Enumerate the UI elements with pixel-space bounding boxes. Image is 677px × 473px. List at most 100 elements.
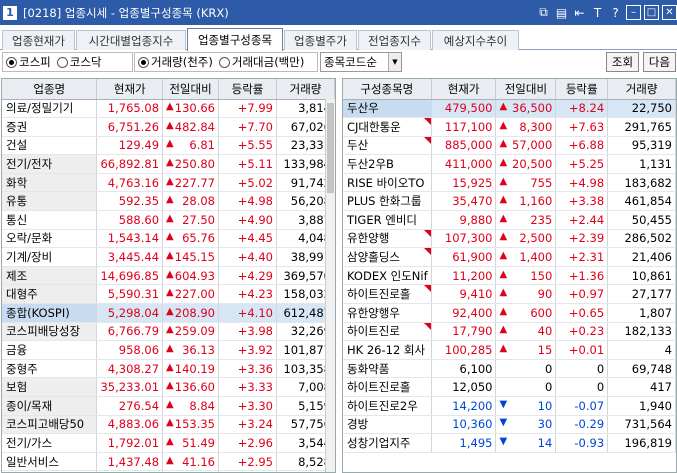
sector-name-cell[interactable]: 통신 <box>2 210 98 230</box>
table-row[interactable]: 유통 592.35 ▲ 28.08 +4.98 56,208 <box>2 191 335 212</box>
font-size-icon[interactable]: T <box>590 5 605 20</box>
radio-kospi[interactable]: 코스피 <box>6 54 51 70</box>
table-row[interactable]: 종합(KOSPI) 5,298.04 ▲ 208.90 +4.10 612,487 <box>2 303 335 323</box>
col-sector-name[interactable]: 업종명 <box>2 79 98 100</box>
close-icon[interactable]: ✕ <box>662 5 677 20</box>
stock-name-cell[interactable]: 두산 <box>343 136 432 156</box>
tab-expected-index-trend[interactable]: 예상지수추이 <box>432 30 519 50</box>
col-change[interactable]: 전일대비 <box>162 79 219 100</box>
tab-all-sector-index[interactable]: 전업종지수 <box>358 30 431 50</box>
stock-name-cell[interactable]: RISE 바이오TO <box>343 173 432 193</box>
stock-name-cell[interactable]: PLUS 한화그룹 <box>343 191 432 212</box>
table-row[interactable]: CJ대한통운 117,100 ▲ 8,300 +7.63 291,765 <box>343 117 676 137</box>
radio-volume[interactable]: 거래량(천주) <box>138 54 213 70</box>
scrollbar-thumb[interactable] <box>327 103 334 193</box>
tab-sector-index-by-time[interactable]: 시간대별업종지수 <box>76 30 186 50</box>
stock-name-cell[interactable]: 동화약품 <box>343 359 432 379</box>
table-row[interactable]: 하이트진로홀 12,050 0 0 417 <box>343 377 676 397</box>
table-row[interactable]: 보험 35,233.01 ▲ 136.60 +3.33 7,008 <box>2 377 335 397</box>
table-row[interactable]: 동화약품 6,100 0 0 69,748 <box>343 359 676 379</box>
table-row[interactable]: 하이트진로 17,790 ▲ 40 +0.23 182,133 <box>343 322 676 342</box>
sector-name-cell[interactable]: 기계/장비 <box>2 247 98 267</box>
stock-name-cell[interactable]: 하이트진로2우 <box>343 396 432 416</box>
table-row[interactable]: 두산2우B 411,000 ▲ 20,500 +5.25 1,131 <box>343 154 676 174</box>
table-row[interactable]: PLUS 한화그룹 35,470 ▲ 1,160 +3.38 461,854 <box>343 191 676 212</box>
grid-icon[interactable]: ▤ <box>554 5 569 20</box>
table-row[interactable]: 전기/전자 66,892.81 ▲ 250.80 +5.11 133,984 <box>2 154 335 174</box>
sector-name-cell[interactable]: 오락/문화 <box>2 229 98 249</box>
col-change[interactable]: 전일대비 <box>495 79 557 100</box>
minimize-icon[interactable]: – <box>626 5 641 20</box>
col-component-name[interactable]: 구성종목명 <box>343 79 432 100</box>
stock-name-cell[interactable]: KODEX 인도Nif <box>343 266 432 286</box>
sector-name-cell[interactable]: 코스피배당성장 <box>2 322 98 342</box>
query-button[interactable]: 조회 <box>606 52 639 72</box>
radio-trade-value[interactable]: 거래대금(백만) <box>218 54 304 70</box>
help-icon[interactable]: ? <box>608 5 623 20</box>
sector-name-cell[interactable]: 증권 <box>2 117 98 137</box>
tab-sector-price[interactable]: 업종현재가 <box>2 30 75 50</box>
sector-name-cell[interactable]: 종합(KOSPI) <box>2 303 98 323</box>
sector-name-cell[interactable]: 유통 <box>2 191 98 212</box>
stock-name-cell[interactable]: TIGER 엔비디 <box>343 210 432 230</box>
table-row[interactable]: 경방 10,360 ▼ 30 -0.29 731,564 <box>343 415 676 435</box>
sector-name-cell[interactable]: 중형주 <box>2 359 98 379</box>
col-price[interactable]: 현재가 <box>96 79 164 100</box>
table-row[interactable]: 의료/정밀기기 1,765.08 ▲ 130.66 +7.99 3,814 <box>2 99 335 119</box>
window-link-icon[interactable]: ⧉ <box>536 5 551 20</box>
table-row[interactable]: 통신 588.60 ▲ 27.50 +4.90 3,887 <box>2 210 335 230</box>
table-row[interactable]: 중형주 4,308.27 ▲ 140.19 +3.36 103,358 <box>2 359 335 379</box>
sector-name-cell[interactable]: 일반서비스 <box>2 452 98 472</box>
table-row[interactable]: KODEX 인도Nif 11,200 ▲ 150 +1.36 10,861 <box>343 266 676 286</box>
next-button[interactable]: 다음 <box>643 52 676 72</box>
stock-name-cell[interactable]: 경방 <box>343 415 432 435</box>
stock-name-cell[interactable]: 유한양행 <box>343 229 432 249</box>
col-volume[interactable]: 거래량 <box>276 79 335 100</box>
table-row[interactable]: TIGER 엔비디 9,880 ▲ 235 +2.44 50,455 <box>343 210 676 230</box>
table-row[interactable]: 유한양행우 92,400 ▲ 600 +0.65 1,807 <box>343 303 676 323</box>
chevron-down-icon[interactable]: ▼ <box>388 53 401 71</box>
sector-name-cell[interactable]: 의료/정밀기기 <box>2 99 98 119</box>
table-row[interactable]: 제조 14,696.85 ▲ 604.93 +4.29 369,570 <box>2 266 335 286</box>
sector-name-cell[interactable]: 전기/전자 <box>2 154 98 174</box>
stock-name-cell[interactable]: 두산2우B <box>343 154 432 174</box>
table-row[interactable]: 하이트진로홀 9,410 ▲ 90 +0.97 27,177 <box>343 284 676 305</box>
stock-name-cell[interactable]: 삼양홀딩스 <box>343 247 432 267</box>
sort-order-select[interactable]: 종목코드순 ▼ <box>320 52 402 72</box>
pin-icon[interactable]: ⇤ <box>572 5 587 20</box>
sector-name-cell[interactable]: 건설 <box>2 136 98 156</box>
table-row[interactable]: RISE 바이오TO 15,925 ▲ 755 +4.98 183,682 <box>343 173 676 193</box>
table-row[interactable]: 화학 4,763.16 ▲ 227.77 +5.02 91,742 <box>2 173 335 193</box>
col-rate[interactable]: 등락률 <box>218 79 277 100</box>
sector-name-cell[interactable]: 보험 <box>2 377 98 397</box>
table-row[interactable]: 기계/장비 3,445.44 ▲ 145.15 +4.40 38,991 <box>2 247 335 267</box>
stock-name-cell[interactable]: 하이트진로 <box>343 322 432 342</box>
table-row[interactable]: 오락/문화 1,543.14 ▲ 65.76 +4.45 4,048 <box>2 229 335 249</box>
vertical-scrollbar[interactable] <box>325 99 335 472</box>
stock-name-cell[interactable]: 하이트진로홀 <box>343 284 432 305</box>
col-volume[interactable]: 거래량 <box>607 79 676 100</box>
stock-name-cell[interactable]: 하이트진로홀 <box>343 377 432 397</box>
sector-name-cell[interactable]: 종이/목재 <box>2 396 98 416</box>
table-row[interactable]: 하이트진로2우 14,200 ▼ 10 -0.07 1,940 <box>343 396 676 416</box>
stock-name-cell[interactable]: HK 26-12 회사 <box>343 340 432 360</box>
table-row[interactable]: 코스피고배당50 4,883.06 ▲ 153.35 +3.24 57,756 <box>2 415 335 435</box>
table-row[interactable]: 성창기업지주 1,495 ▼ 14 -0.93 196,819 <box>343 433 676 453</box>
stock-name-cell[interactable]: 유한양행우 <box>343 303 432 323</box>
sector-name-cell[interactable]: 전기/가스 <box>2 433 98 453</box>
table-row[interactable]: 건설 129.49 ▲ 6.81 +5.55 23,331 <box>2 136 335 156</box>
table-row[interactable]: 일반서비스 1,437.48 ▲ 41.16 +2.95 8,528 <box>2 452 335 472</box>
stock-name-cell[interactable]: 성창기업지주 <box>343 433 432 453</box>
tab-sector-components[interactable]: 업종별구성종목 <box>187 28 283 51</box>
sector-name-cell[interactable]: 코스피고배당50 <box>2 415 98 435</box>
table-row[interactable]: 대형주 5,590.31 ▲ 227.00 +4.23 158,032 <box>2 284 335 305</box>
maximize-icon[interactable]: □ <box>644 5 659 20</box>
sector-name-cell[interactable]: 제조 <box>2 266 98 286</box>
stock-name-cell[interactable]: 두산우 <box>343 99 432 119</box>
table-row[interactable]: 삼양홀딩스 61,900 ▲ 1,400 +2.31 21,406 <box>343 247 676 267</box>
sector-name-cell[interactable]: 금융 <box>2 340 98 360</box>
col-rate[interactable]: 등락률 <box>555 79 609 100</box>
tab-sector-stock-price[interactable]: 업종별주가 <box>284 30 357 50</box>
stock-name-cell[interactable]: CJ대한통운 <box>343 117 432 137</box>
table-row[interactable]: 유한양행 107,300 ▲ 2,500 +2.39 286,502 <box>343 229 676 249</box>
